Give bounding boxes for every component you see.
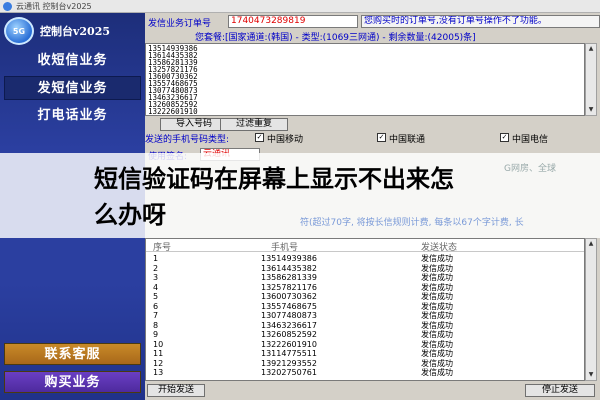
number-line: 13260852592 [148, 100, 198, 109]
table-row[interactable]: 6 13557468675 发信成功 [146, 302, 584, 312]
checkbox-unicom-label: 中国联通 [389, 135, 426, 145]
results-table: 序号 手机号 发送状态 1 13514939386 发信成功 2 1361443538… [145, 238, 585, 381]
phone-numbers-textarea[interactable]: 13514939386 13614435382 13586281339 1325… [145, 43, 585, 116]
sidebar-item-send-sms[interactable]: 发短信业务 [4, 76, 141, 100]
table-row[interactable]: 4 13257821176 发信成功 [146, 283, 584, 293]
scroll-up-icon[interactable]: ▲ [586, 239, 596, 249]
order-row: 发信业务订单号 1740473289819 您购买时的订单号,没有订单号操作不了… [145, 15, 600, 29]
number-line: 13222601910 [148, 107, 198, 116]
column-header-status: 发送状态 [421, 243, 458, 253]
table-row[interactable]: 2 13614435382 发信成功 [146, 264, 584, 274]
checkbox-unicom[interactable]: ✓ [377, 133, 386, 142]
import-numbers-button[interactable]: 导入号码 [160, 118, 228, 131]
scroll-down-icon[interactable]: ▼ [586, 105, 596, 115]
scroll-down-icon[interactable]: ▼ [586, 370, 596, 380]
table-row[interactable]: 11 13114775511 发信成功 [146, 349, 584, 359]
app-icon [3, 2, 12, 11]
buy-service-button[interactable]: 购买业务 [4, 371, 141, 393]
message-length-hint: 符(超过70字, 将按长信规则计费, 每条以67个字计费, 长 [300, 218, 524, 228]
table-row[interactable]: 1 13514939386 发信成功 [146, 254, 584, 264]
package-info: 您套餐:[国家通道:(韩国) - 类型:(1069三网通) - 剩余数量:(42… [195, 33, 476, 43]
number-line: 13514939386 [148, 44, 198, 53]
number-line: 13463236617 [148, 93, 198, 102]
logo-icon: 5G [4, 17, 34, 45]
checkbox-telecom[interactable]: ✓ [500, 133, 509, 142]
numbers-scrollbar[interactable]: ▲ ▼ [585, 43, 597, 116]
contact-service-button[interactable]: 联系客服 [4, 343, 141, 365]
checkbox-telecom-label: 中国电信 [512, 135, 549, 145]
sidebar-item-phone-call[interactable]: 打电话业务 [4, 104, 141, 128]
brand-title: 控制台v2025 [40, 25, 111, 38]
sidebar-item-receive-sms[interactable]: 收短信业务 [4, 49, 141, 73]
table-row[interactable]: 10 13222601910 发信成功 [146, 340, 584, 350]
checkbox-mobile[interactable]: ✓ [255, 133, 264, 142]
number-line: 13077480873 [148, 86, 198, 95]
table-scrollbar[interactable]: ▲ ▼ [585, 238, 597, 381]
table-row[interactable]: 3 13586281339 发信成功 [146, 273, 584, 283]
scroll-up-icon[interactable]: ▲ [586, 44, 596, 54]
signature-side-text: G网房、全球 [504, 164, 556, 174]
table-body: 1 13514939386 发信成功 2 13614435382 发信成功 3 13586… [146, 254, 584, 378]
start-send-button[interactable]: 开始发送 [147, 384, 205, 397]
number-line: 13257821176 [148, 65, 198, 74]
table-row[interactable]: 8 13463236617 发信成功 [146, 321, 584, 331]
number-line: 13557468675 [148, 79, 198, 88]
column-header-phone: 手机号 [271, 243, 299, 253]
dedupe-button[interactable]: 过滤重复 [220, 118, 288, 131]
number-line: 13586281339 [148, 58, 198, 67]
order-label: 发信业务订单号 [148, 19, 212, 29]
table-row[interactable]: 13 13202750761 发信成功 [146, 368, 584, 378]
table-row[interactable]: 7 13077480873 发信成功 [146, 311, 584, 321]
order-number-input[interactable]: 1740473289819 [228, 15, 358, 28]
table-header: 序号 手机号 发送状态 [146, 239, 584, 253]
number-type-label: 发送的手机号码类型: [145, 135, 230, 145]
stop-send-button[interactable]: 停止发送 [525, 384, 595, 397]
headline-overlay: 短信验证码在屏幕上显示不出来怎么办呀 G网房、全球 符(超过70字, 将按长信规… [0, 153, 600, 238]
number-type-row: 发送的手机号码类型: ✓ 中国移动 ✓ 中国联通 ✓ 中国电信 [145, 132, 600, 145]
number-line: 13600730362 [148, 72, 198, 81]
checkbox-mobile-label: 中国移动 [267, 135, 304, 145]
order-hint: 您购买时的订单号,没有订单号操作不了功能。 [361, 15, 600, 28]
table-row[interactable]: 5 13600730362 发信成功 [146, 292, 584, 302]
table-row[interactable]: 12 13921293552 发信成功 [146, 359, 584, 369]
number-line: 13614435382 [148, 51, 198, 60]
window-title: 云通讯 控制台v2025 [16, 2, 92, 11]
title-bar: 云通讯 控制台v2025 [0, 0, 600, 13]
bottom-actions: 开始发送 停止发送 [145, 383, 600, 398]
table-row[interactable]: 9 13260852592 发信成功 [146, 330, 584, 340]
column-header-index: 序号 [153, 243, 172, 253]
